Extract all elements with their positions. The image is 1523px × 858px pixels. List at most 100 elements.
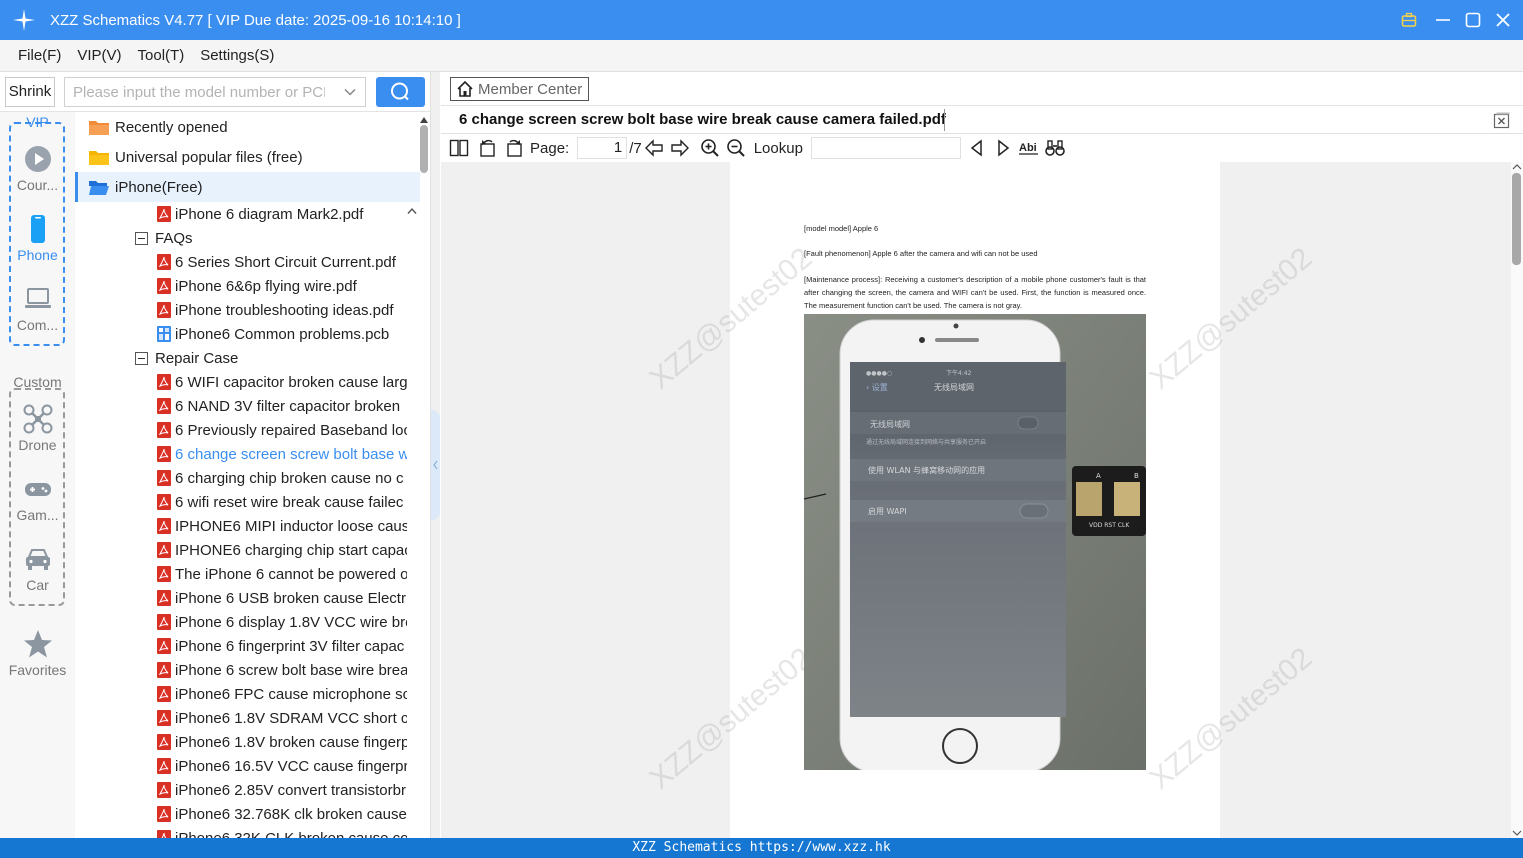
tree-file[interactable]: iPhone6 Common problems.pcb [157, 322, 407, 346]
custom-label: Custom [13, 374, 62, 390]
rotate-left-icon[interactable] [478, 138, 498, 158]
tree-file[interactable]: iPhone 6 display 1.8V VCC wire bre [157, 610, 407, 634]
model-search-input[interactable] [65, 78, 325, 106]
tree-file[interactable]: iPhone6 1.8V SDRAM VCC short cir [157, 706, 407, 730]
lookup-input[interactable] [810, 137, 961, 159]
tree-file[interactable]: iPhone6 1.8V broken cause fingerp [157, 730, 407, 754]
rail-item-drone[interactable]: Drone [0, 404, 75, 453]
rail-item-game[interactable]: Gam... [0, 474, 75, 523]
arrow-right-icon[interactable] [670, 138, 690, 158]
menu-file[interactable]: File(F) [18, 47, 61, 64]
menu-tool[interactable]: Tool(T) [138, 47, 185, 64]
rail-item-courses[interactable]: Cour... [0, 144, 75, 193]
pdf-viewer[interactable]: [model model] Apple 6 [Fault phenomenon]… [441, 162, 1511, 838]
tree-file[interactable]: iPhone 6&6p flying wire.pdf [157, 274, 407, 298]
tree-file[interactable]: iPhone6 32.768K clk broken cause [157, 802, 407, 826]
svg-text:B: B [1134, 472, 1139, 480]
two-page-view-icon[interactable] [449, 138, 469, 158]
page-number-input[interactable]: 1 [577, 137, 628, 159]
model-search-combobox[interactable] [64, 77, 366, 107]
tree-file[interactable]: iPhone 6 fingerprint 3V filter capac [157, 634, 407, 658]
tree-file[interactable]: iPhone6 32K CLK broken cause co [157, 826, 407, 838]
binoculars-icon[interactable] [1045, 138, 1065, 158]
tree-file[interactable]: 6 Series Short Circuit Current.pdf [157, 250, 407, 274]
rotate-right-icon[interactable] [504, 138, 524, 158]
tree-file[interactable]: 6 wifi reset wire break cause failec [157, 490, 407, 514]
tree-scrollbar-thumb[interactable] [420, 125, 428, 173]
close-icon[interactable] [1495, 12, 1511, 28]
tree-file[interactable]: 6 NAND 3V filter capacitor broken [157, 394, 407, 418]
tree-file[interactable]: iPhone 6 diagram Mark2.pdf [157, 202, 422, 226]
tab-divider [944, 109, 945, 131]
maximize-icon[interactable] [1465, 12, 1481, 28]
folder-universal-popular[interactable]: Universal popular files (free) [75, 142, 420, 172]
home-icon [457, 80, 473, 97]
zoom-out-icon[interactable] [726, 138, 746, 158]
rail-item-phone[interactable]: Phone [0, 214, 75, 263]
folder-label: iPhone(Free) [115, 178, 203, 196]
scroll-up-icon[interactable] [1512, 164, 1522, 170]
svg-text:启用 WAPI: 启用 WAPI [868, 506, 907, 516]
collapse-up-icon[interactable] [407, 207, 417, 215]
vip-label: VIP [26, 114, 49, 130]
chevron-down-icon[interactable] [343, 85, 357, 99]
scroll-up-icon[interactable] [419, 116, 429, 124]
tree-file[interactable]: iPhone 6 USB broken cause Electri [157, 586, 407, 610]
file-tree: Recently opened Universal popular files … [75, 112, 430, 838]
member-center-button[interactable]: Member Center [450, 77, 589, 101]
folder-iphone-free[interactable]: iPhone(Free) [75, 172, 420, 202]
find-previous-icon[interactable] [967, 138, 987, 158]
document-tab[interactable]: 6 change screen screw bolt base wire bre… [441, 106, 1523, 134]
pdf-file-icon [157, 710, 171, 726]
zoom-in-icon[interactable] [700, 138, 720, 158]
tree-file[interactable]: 6 change screen screw bolt base w [157, 442, 407, 466]
tree-file[interactable]: 6 charging chip broken cause no c [157, 466, 407, 490]
tree-file[interactable]: iPhone 6 screw bolt base wire brea [157, 658, 407, 682]
tree-file[interactable]: 6 WIFI capacitor broken cause larg [157, 370, 407, 394]
tree-node-faqs[interactable]: FAQs [135, 226, 415, 250]
tree-file[interactable]: 6 Previously repaired Baseband loc [157, 418, 407, 442]
shrink-button[interactable]: Shrink [5, 77, 55, 107]
pdf-file-icon [157, 446, 171, 462]
menu-vip[interactable]: VIP(V) [77, 47, 121, 64]
pdf-file-icon [157, 590, 171, 606]
tree-node-repair-case[interactable]: Repair Case [135, 346, 415, 370]
rail-item-car[interactable]: Car [0, 544, 75, 593]
viewer-scrollbar-thumb[interactable] [1512, 173, 1521, 265]
collapse-toggle-icon[interactable] [135, 231, 148, 245]
pdf-file-icon [157, 254, 171, 270]
svg-text:‹ 设置: ‹ 设置 [866, 382, 888, 392]
pcb-file-icon [157, 326, 171, 342]
laptop-icon [24, 288, 51, 308]
title-bar: XZZ Schematics V4.77 [ VIP Due date: 202… [0, 0, 1523, 40]
svg-text:●●●●○: ●●●●○ [866, 370, 892, 377]
tree-file[interactable]: iPhone6 16.5V VCC cause fingerpri [157, 754, 407, 778]
scroll-down-icon[interactable] [1512, 830, 1522, 836]
rail-item-favorites[interactable]: Favorites [0, 629, 75, 678]
folder-label: Recently opened [115, 118, 228, 136]
play-circle-icon [24, 146, 51, 172]
tree-file[interactable]: iPhone6 2.85V convert transistorbr [157, 778, 407, 802]
rail-item-label: Com... [16, 317, 59, 333]
match-case-icon[interactable]: Abi [1018, 138, 1039, 158]
folder-recently-opened[interactable]: Recently opened [75, 112, 420, 142]
close-tab-icon[interactable] [1493, 111, 1511, 129]
collapse-toggle-icon[interactable] [135, 351, 148, 365]
phone-icon [30, 215, 45, 243]
svg-text:无线局域网: 无线局域网 [934, 382, 974, 392]
tree-file[interactable]: IPHONE6 charging chip start capac [157, 538, 407, 562]
folder-icon [89, 151, 109, 165]
menu-settings[interactable]: Settings(S) [200, 47, 274, 64]
tree-file[interactable]: The iPhone 6 cannot be powered o [157, 562, 407, 586]
briefcase-icon[interactable] [1401, 12, 1417, 28]
minimize-icon[interactable] [1435, 12, 1451, 28]
arrow-left-icon[interactable] [644, 138, 664, 158]
search-button[interactable] [376, 77, 425, 107]
tree-file[interactable]: iPhone6 FPC cause microphone sc [157, 682, 407, 706]
find-next-icon[interactable] [993, 138, 1013, 158]
tree-file[interactable]: IPHONE6 MIPI inductor loose caus [157, 514, 407, 538]
rail-item-computer[interactable]: Com... [0, 284, 75, 333]
splitter-collapse-handle[interactable] [431, 410, 440, 520]
page-label: Page: [530, 139, 570, 157]
tree-file[interactable]: iPhone troubleshooting ideas.pdf [157, 298, 407, 322]
